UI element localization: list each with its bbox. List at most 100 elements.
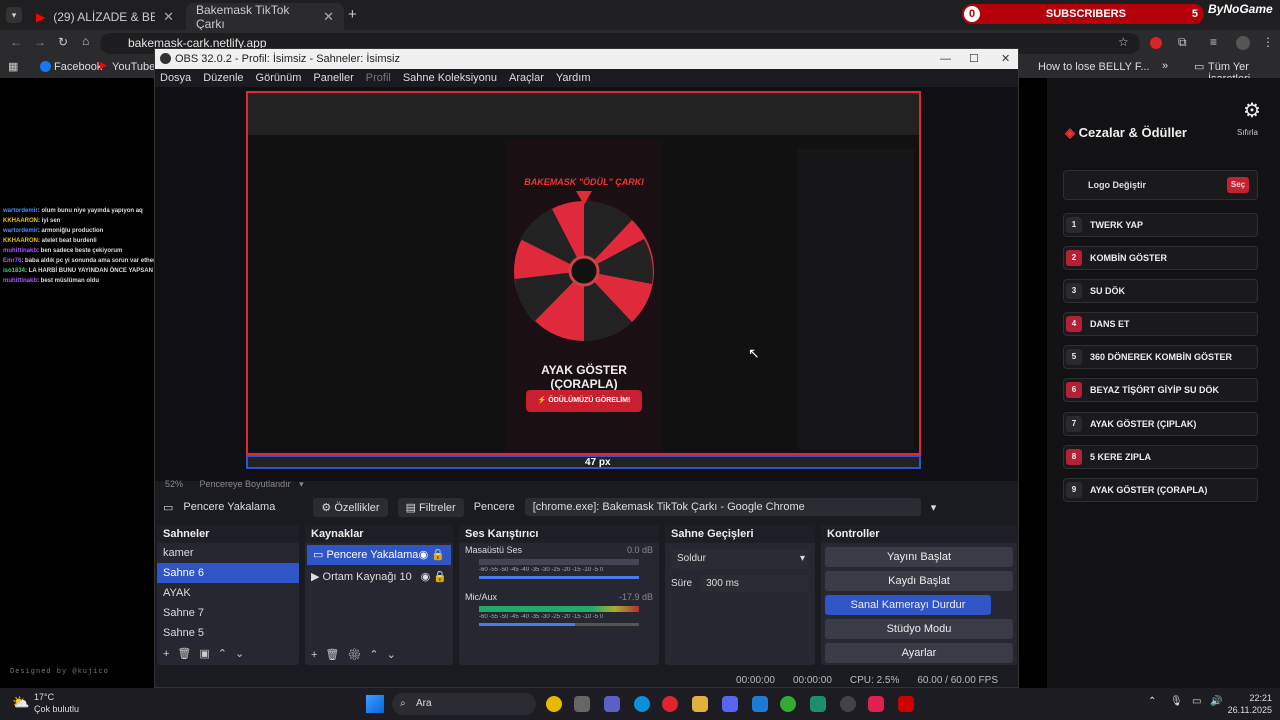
fit-mode[interactable]: Pencereye Boyutlandır — [200, 479, 291, 489]
minimize-icon[interactable]: — — [940, 49, 951, 69]
bookmark-facebook[interactable]: Facebook — [54, 61, 102, 73]
search-box[interactable]: ⌕ Ara — [392, 693, 536, 715]
opera-icon[interactable] — [662, 696, 678, 712]
star-icon[interactable]: ☆ — [1118, 35, 1129, 49]
filters-button[interactable]: ▤ Filtreler — [397, 497, 464, 517]
stop-virtual-cam-button[interactable]: Sanal Kamerayı Durdur — [825, 595, 991, 615]
browser-icon[interactable] — [780, 696, 796, 712]
store-icon[interactable] — [574, 696, 590, 712]
source-toolbar[interactable]: +🗑⚙⌃⌄ — [311, 648, 404, 661]
extension-icon[interactable] — [1150, 37, 1162, 49]
app-icon[interactable] — [810, 696, 826, 712]
captured-window[interactable]: BAKEMASK "ÖDÜL" ÇARKI AYAK GÖSTER (ÇORAP… — [246, 91, 921, 455]
gear-icon[interactable]: ⚙ — [1243, 98, 1261, 123]
source-item[interactable]: ▶ Ortam Kaynağı 10 ◉ 🔒 — [305, 567, 453, 587]
reward-item[interactable]: 5 360 DÖNEREK KOMBİN GÖSTER — [1063, 345, 1258, 369]
chevron-up-icon[interactable]: ⌃ — [1148, 696, 1156, 707]
chevron-right-icon[interactable]: » — [1162, 60, 1168, 72]
volume-slider[interactable] — [479, 623, 639, 626]
puzzle-icon[interactable]: ⧉ — [1178, 35, 1187, 50]
discord-icon[interactable] — [722, 696, 738, 712]
obs-preview[interactable]: BAKEMASK "ÖDÜL" ÇARKI AYAK GÖSTER (ÇORAP… — [155, 87, 1018, 481]
reward-number: 2 — [1066, 250, 1082, 266]
settings-button[interactable]: Ayarlar — [825, 643, 1013, 663]
window-select[interactable]: [chrome.exe]: Bakemask TikTok Çarkı - Go… — [524, 498, 921, 516]
apps-icon[interactable]: ▦ — [8, 60, 18, 73]
scene-toolbar[interactable]: +🗑▣⌃⌄ — [157, 643, 299, 664]
zoom-level[interactable]: 52% — [165, 479, 183, 489]
new-tab-icon[interactable]: + — [348, 6, 357, 23]
eye-icon[interactable]: ◉ 🔒 — [419, 545, 451, 565]
scene-item[interactable]: Sahne 5 — [157, 623, 299, 643]
properties-button[interactable]: ⚙ Özellikler — [313, 497, 388, 517]
forward-icon[interactable]: → — [34, 35, 46, 49]
weather-temp[interactable]: 17°C — [34, 692, 54, 702]
duration-input[interactable]: 300 ms — [700, 575, 809, 592]
more-icon[interactable]: ⋮ — [1262, 35, 1274, 49]
scene-item[interactable]: AYAK — [157, 583, 299, 603]
menu-icon[interactable]: ≡ — [1210, 35, 1217, 49]
start-stream-button[interactable]: Yayını Başlat — [825, 547, 1013, 567]
chrome-icon[interactable] — [546, 696, 562, 712]
close-icon[interactable]: ✕ — [323, 9, 334, 25]
reward-item[interactable]: 6 BEYAZ TİŞÖRT GİYİP SU DÖK — [1063, 378, 1258, 402]
back-icon[interactable]: ← — [10, 35, 22, 49]
tiktok-icon[interactable] — [868, 696, 884, 712]
teams-icon[interactable] — [604, 696, 620, 712]
close-icon[interactable]: ✕ — [163, 9, 174, 25]
menu-araclar[interactable]: Araçlar — [509, 69, 544, 87]
menu-paneller[interactable]: Paneller — [313, 69, 353, 87]
close-icon[interactable]: ✕ — [1001, 49, 1010, 69]
network-icon[interactable]: ▭ — [1192, 696, 1201, 707]
source-item[interactable]: ▭ Pencere Yakalama ◉ 🔒 — [307, 545, 451, 565]
avatar[interactable] — [1236, 36, 1250, 50]
windows-start-icon[interactable] — [366, 695, 384, 713]
reward-number: 5 — [1066, 349, 1082, 365]
reward-item[interactable]: 9 AYAK GÖSTER (ÇORAPLA) — [1063, 478, 1258, 502]
volume-slider[interactable] — [479, 576, 639, 579]
menu-yardim[interactable]: Yardım — [556, 69, 591, 87]
menu-duzenle[interactable]: Düzenle — [203, 69, 243, 87]
bookmark-youtube[interactable]: YouTube — [112, 61, 155, 73]
tab-youtube[interactable]: ▶ (29) ALİZADE & BEGE - Kalbin İ ✕ — [26, 3, 184, 30]
reload-icon[interactable]: ↻ — [58, 35, 68, 49]
reward-item[interactable]: 3 SU DÖK — [1063, 279, 1258, 303]
eye-icon[interactable]: ◉ 🔒 — [421, 567, 453, 587]
mail-icon[interactable] — [752, 696, 768, 712]
studio-mode-button[interactable]: Stüdyo Modu — [825, 619, 1013, 639]
weather-desc[interactable]: Çok bulutlu — [34, 704, 79, 714]
menu-dosya[interactable]: Dosya — [160, 69, 191, 87]
menu-sahne-koleksiyonu[interactable]: Sahne Koleksiyonu — [403, 69, 497, 87]
reward-item[interactable]: 1 TWERK YAP — [1063, 213, 1258, 237]
maximize-icon[interactable]: ☐ — [969, 49, 979, 69]
tab-list-icon[interactable]: ▾ — [6, 7, 22, 23]
reward-item[interactable]: 2 KOMBİN GÖSTER — [1063, 246, 1258, 270]
reward-item[interactable]: 7 AYAK GÖSTER (ÇIPLAK) — [1063, 412, 1258, 436]
transition-select[interactable]: Soldur ▾ — [671, 549, 809, 569]
home-icon[interactable]: ⌂ — [82, 34, 89, 48]
edge-icon[interactable] — [634, 696, 650, 712]
chevron-down-icon[interactable]: ▾ — [931, 501, 937, 514]
mic-icon[interactable]: 🎙 — [1170, 696, 1183, 707]
reward-item[interactable]: 8 5 KERE ZIPLA — [1063, 445, 1258, 469]
chat-user: iso1834 — [3, 268, 26, 274]
reset-button[interactable]: Sıfırla — [1237, 128, 1258, 137]
scene-item[interactable]: Sahne 7 — [157, 603, 299, 623]
menu-profil[interactable]: Profil — [366, 69, 391, 87]
folder-icon[interactable] — [692, 696, 708, 712]
spin-button[interactable]: ⚡ ÖDÜLÜMÜZÜ GÖRELİM! — [526, 390, 642, 412]
start-record-button[interactable]: Kaydı Başlat — [825, 571, 1013, 591]
obs-icon[interactable] — [840, 696, 856, 712]
reward-item[interactable]: 4 DANS ET — [1063, 312, 1258, 336]
chevron-down-icon[interactable]: ▾ — [299, 479, 304, 489]
media-icon[interactable] — [898, 696, 914, 712]
clock-time[interactable]: 22:21 — [1232, 693, 1272, 703]
tab-bakemask[interactable]: Bakemask TikTok Çarkı ✕ — [186, 3, 344, 31]
logo-select-button[interactable]: Seç — [1227, 177, 1249, 193]
volume-icon[interactable]: 🔊 — [1210, 696, 1222, 707]
bookmark-belly[interactable]: How to lose BELLY F... — [1038, 61, 1149, 73]
clock-date[interactable]: 26.11.2025 — [1224, 705, 1272, 715]
scene-item[interactable]: Sahne 6 — [157, 563, 299, 583]
scene-item[interactable]: kamer — [157, 543, 299, 563]
menu-gorunum[interactable]: Görünüm — [256, 69, 302, 87]
